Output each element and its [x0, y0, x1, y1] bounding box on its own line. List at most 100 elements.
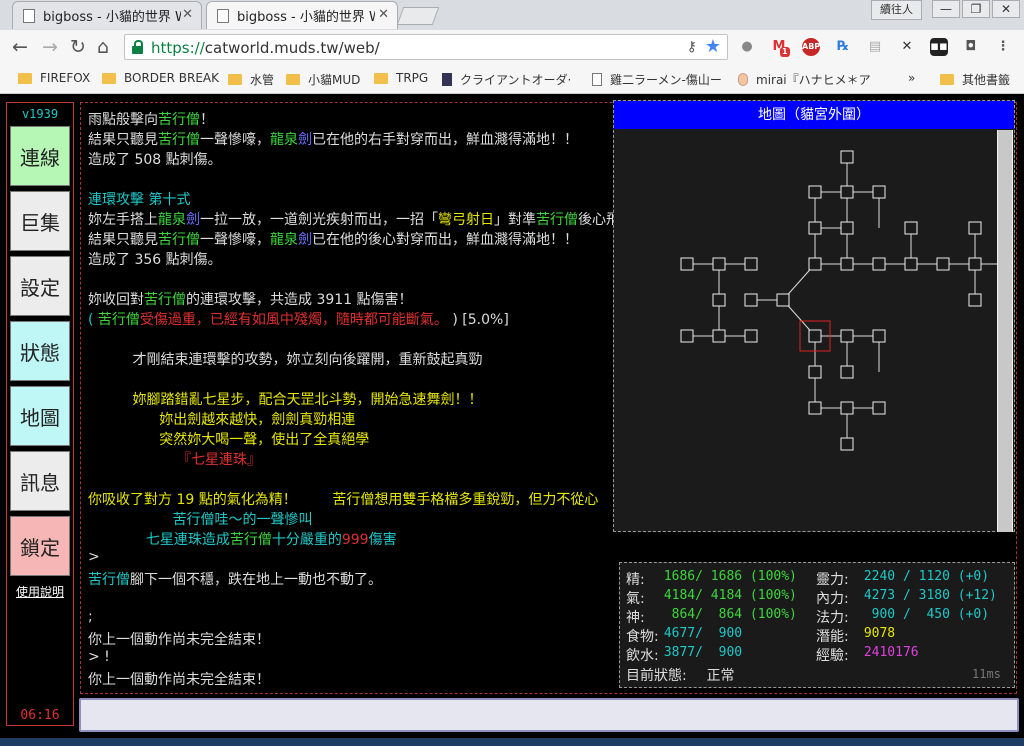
console-text: ) [5.0%] [447, 312, 509, 328]
map-room[interactable] [808, 221, 822, 235]
scrollbar-thumb[interactable] [998, 130, 1012, 532]
map-room[interactable] [968, 293, 982, 307]
map-room[interactable] [808, 401, 822, 415]
map-room[interactable] [680, 329, 694, 343]
map-room[interactable] [744, 257, 758, 271]
bookmark-folder[interactable]: 水管 [228, 71, 274, 88]
home-icon[interactable]: ⌂ [97, 36, 109, 58]
bookmark-folder[interactable]: FIREFOX [18, 71, 90, 85]
map-room[interactable] [840, 150, 854, 164]
browser-tab-1[interactable]: bigboss - 小貓的世界 W ✕ [12, 1, 202, 29]
gmail-icon[interactable]: M1 [770, 38, 790, 57]
bookmark-folder[interactable]: TRPG [374, 71, 428, 85]
map-room[interactable] [872, 401, 886, 415]
status-button[interactable]: 狀態 [10, 321, 70, 381]
map-room[interactable] [936, 257, 950, 271]
adblock-icon[interactable]: ABP [802, 38, 820, 56]
bookmark-star-icon[interactable]: ★ [705, 36, 721, 57]
bookmarks-more-icon[interactable]: » [908, 71, 915, 85]
forward-icon[interactable]: → [42, 36, 58, 58]
console-text: 突然妳大喝一聲，使出了全真絕學 [88, 432, 370, 448]
message-button[interactable]: 訊息 [10, 451, 70, 511]
ping-label: 11ms [972, 667, 1001, 681]
browser-tab-2[interactable]: bigboss - 小貓的世界 W ✕ [206, 1, 398, 29]
map-room[interactable] [840, 257, 854, 271]
reader-icon[interactable]: ▤ [866, 38, 884, 56]
map-room[interactable] [744, 293, 758, 307]
map-room[interactable] [808, 185, 822, 199]
map-room[interactable] [840, 221, 854, 235]
map-room[interactable] [808, 257, 822, 271]
speech-icon[interactable]: ● [738, 38, 756, 56]
map-room[interactable] [712, 329, 726, 343]
console-text: 劍 [298, 232, 312, 248]
stat-r-value: 2410176 [856, 645, 919, 660]
map-room[interactable] [904, 221, 918, 235]
lock-icon [132, 40, 143, 54]
console-text: 傷害 [368, 532, 397, 548]
close-window-button[interactable]: ✕ [992, 0, 1020, 18]
minimize-button[interactable]: — [932, 0, 960, 18]
map-room[interactable] [872, 257, 886, 271]
map-button[interactable]: 地圖 [10, 386, 70, 446]
close-tab-icon[interactable]: ✕ [182, 7, 193, 22]
map-room[interactable] [872, 329, 886, 343]
back-icon[interactable]: ← [12, 36, 28, 58]
record-icon[interactable]: ◘ [962, 38, 980, 56]
bookmark-link[interactable]: 雞二ラーメン-傷山ー [592, 71, 722, 88]
console-text: 苦行僧哇～的一聲慘叫 [172, 512, 313, 528]
settings-button[interactable]: 設定 [10, 256, 70, 316]
console-text: 」對準 [494, 212, 536, 228]
x-icon[interactable]: ✕ [898, 38, 916, 56]
bookmark-link[interactable]: mirai『ハナヒメ＊ア [738, 71, 871, 88]
ghost-icon[interactable]: ▪▪ [930, 38, 948, 56]
url-text[interactable]: https://catworld.muds.tw/web/ [151, 39, 380, 57]
stat-l-label: 氣: [626, 591, 645, 607]
bookmark-link[interactable]: クライアントオーダ· [442, 71, 571, 88]
map-room[interactable] [808, 329, 822, 343]
console-text: 一聲慘嚎， [200, 232, 270, 248]
stat-l-value: 4677/ 900 [656, 626, 743, 641]
rx-icon[interactable]: ℞ [834, 38, 852, 56]
map-room[interactable] [840, 401, 854, 415]
map-scrollbar[interactable] [997, 130, 1013, 532]
close-tab-icon[interactable]: ✕ [378, 7, 389, 22]
menu-icon[interactable]: ⋮ [994, 38, 1012, 56]
profile-button[interactable]: 續往人 [871, 0, 922, 20]
map-room[interactable] [904, 257, 918, 271]
map-room[interactable] [776, 293, 790, 307]
bookmark-folder[interactable]: BORDER BREAK [102, 71, 219, 85]
map-room[interactable] [840, 329, 854, 343]
help-link[interactable]: 使用說明 [7, 583, 73, 600]
browser-toolbar: ← → ↻ ⌂ https://catworld.muds.tw/web/ ⚷ … [0, 30, 1024, 66]
map-room[interactable] [712, 293, 726, 307]
map-room[interactable] [808, 365, 822, 379]
other-bookmarks[interactable]: 其他書籤 [940, 71, 1010, 88]
lock-button[interactable]: 鎖定 [10, 516, 70, 576]
macro-button[interactable]: 巨集 [10, 191, 70, 251]
command-input[interactable] [79, 698, 1019, 732]
console-text: 苦行僧 [229, 532, 272, 548]
folder-icon [102, 72, 116, 84]
key-icon[interactable]: ⚷ [687, 39, 697, 55]
app-icon [442, 73, 452, 86]
map-room[interactable] [872, 185, 886, 199]
map-room[interactable] [744, 329, 758, 343]
map-room[interactable] [968, 221, 982, 235]
console-line: 你上一個動作尚未完全結束！ [88, 629, 270, 649]
reload-icon[interactable]: ↻ [70, 36, 86, 58]
address-bar[interactable]: https://catworld.muds.tw/web/ ⚷ ★ [124, 34, 728, 60]
map-room[interactable] [968, 257, 982, 271]
bookmark-folder[interactable]: 小貓MUD [286, 71, 360, 88]
map-room[interactable] [840, 185, 854, 199]
restore-button[interactable]: ❐ [962, 0, 990, 18]
map-room[interactable] [712, 257, 726, 271]
clock: 06:16 [20, 708, 60, 723]
map-room[interactable] [680, 257, 694, 271]
bookmarks-bar: FIREFOX BORDER BREAK 水管 小貓MUD TRPG クライアン… [0, 66, 1024, 94]
new-tab-button[interactable] [396, 7, 440, 25]
map-room[interactable] [840, 437, 854, 451]
connect-button[interactable]: 連線 [10, 126, 70, 186]
map-room[interactable] [840, 365, 854, 379]
stat-r-label: 內力: [816, 591, 849, 607]
